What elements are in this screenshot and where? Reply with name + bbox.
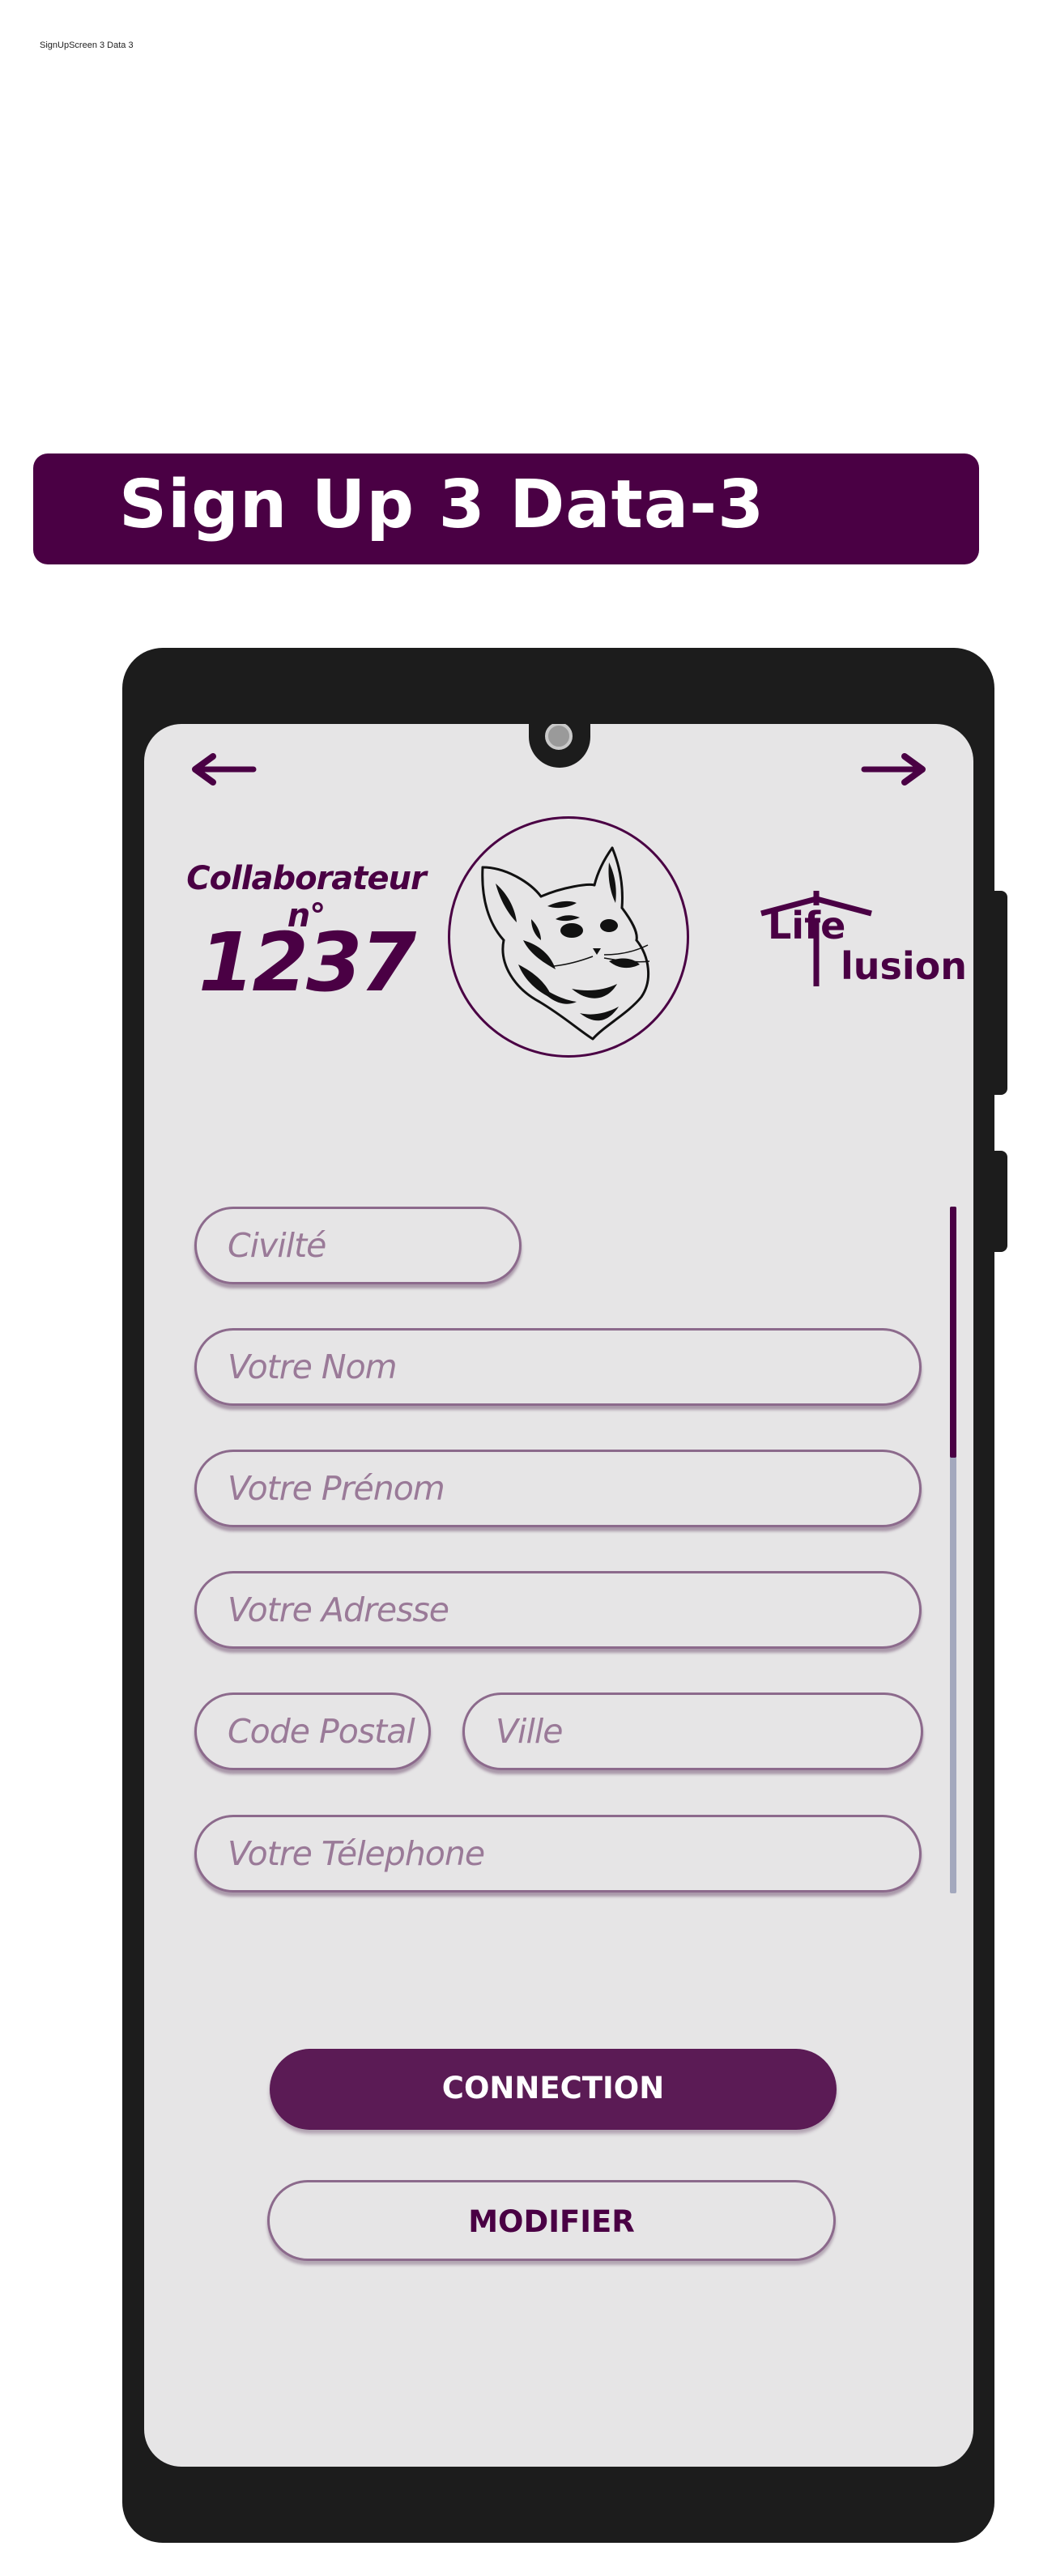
code-postal-field[interactable]: Code Postal [194,1692,431,1770]
adresse-placeholder: Votre Adresse [228,1590,449,1629]
ville-field[interactable]: Ville [462,1692,923,1770]
ville-placeholder: Ville [496,1712,563,1751]
civilite-placeholder: Civilté [228,1226,326,1265]
prenom-placeholder: Votre Prénom [228,1469,445,1508]
cat-head-icon [481,846,650,1041]
civilite-field[interactable]: Civilté [194,1207,522,1284]
logo-text-line1: Life [768,904,846,947]
banner-title: Sign Up 3 Data-3 [119,466,765,543]
lifelusion-logo: Life lusion [760,886,967,999]
frame-label: SignUpScreen 3 Data 3 [40,40,134,50]
phone-screen: Collaborateur n° 1237 Life lusion Civilt… [144,724,973,2467]
nom-field[interactable]: Votre Nom [194,1328,922,1406]
telephone-field[interactable]: Votre Télephone [194,1815,922,1893]
title-banner: Sign Up 3 Data-3 [33,453,979,564]
volume-side-button [993,1151,1007,1252]
adresse-field[interactable]: Votre Adresse [194,1571,922,1649]
nom-placeholder: Votre Nom [228,1348,398,1386]
modifier-button[interactable]: MODIFIER [267,2180,836,2261]
connection-button[interactable]: CONNECTION [270,2049,837,2130]
logo-text-line2: lusion [841,944,968,988]
telephone-placeholder: Votre Télephone [228,1834,485,1873]
avatar[interactable] [448,816,689,1058]
power-side-button [993,891,1007,1095]
collaborator-number: 1237 [198,915,416,1010]
scrollbar-thumb[interactable] [950,1207,956,1458]
arrow-right-icon[interactable] [861,753,929,786]
code-postal-placeholder: Code Postal [228,1712,415,1751]
arrow-left-icon[interactable] [189,753,257,786]
prenom-field[interactable]: Votre Prénom [194,1450,922,1527]
